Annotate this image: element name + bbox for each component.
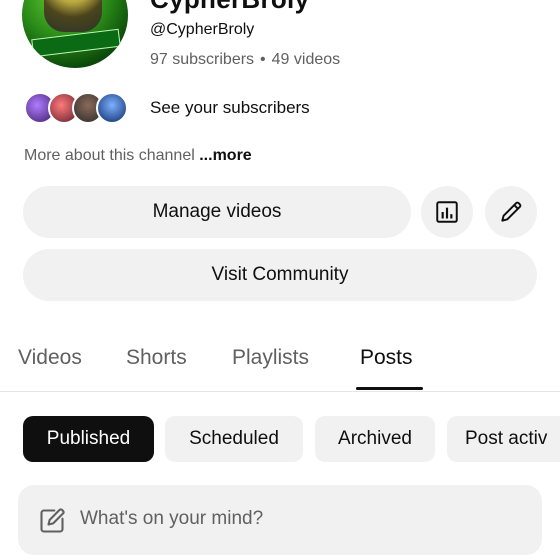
- see-subscribers-link[interactable]: See your subscribers: [150, 98, 310, 118]
- edit-channel-button[interactable]: [485, 186, 537, 238]
- subscriber-count: 97 subscribers: [150, 51, 255, 68]
- chip-label: Published: [46, 428, 131, 449]
- active-tab-indicator: [356, 387, 423, 390]
- avatar-banner: [31, 28, 121, 58]
- chip-published[interactable]: Published: [23, 416, 154, 462]
- tab-shorts[interactable]: Shorts: [126, 346, 187, 370]
- channel-title: CypherBroly: [150, 0, 309, 15]
- tab-posts[interactable]: Posts: [360, 346, 413, 370]
- more-about-channel[interactable]: More about this channel ...more: [24, 147, 252, 165]
- chip-label: Scheduled: [189, 428, 279, 449]
- video-count: 49 videos: [271, 51, 341, 68]
- analytics-button[interactable]: [421, 186, 473, 238]
- channel-avatar[interactable]: [22, 0, 128, 68]
- chip-scheduled[interactable]: Scheduled: [165, 416, 303, 462]
- chip-archived[interactable]: Archived: [315, 416, 435, 462]
- tab-playlists[interactable]: Playlists: [232, 346, 309, 370]
- channel-meta: 97 subscribers • 49 videos: [150, 51, 340, 69]
- visit-community-label: Visit Community: [211, 264, 349, 285]
- more-link[interactable]: ...more: [199, 147, 251, 164]
- meta-separator: •: [260, 51, 266, 68]
- pencil-icon: [501, 201, 522, 222]
- analytics-icon: [436, 201, 458, 223]
- tabs-divider: [0, 391, 560, 392]
- avatar-character: [44, 0, 102, 32]
- visit-community-button[interactable]: Visit Community: [23, 249, 537, 301]
- channel-handle: @CypherBroly: [150, 21, 255, 38]
- subscriber-avatar: [96, 92, 128, 124]
- tab-videos[interactable]: Videos: [18, 346, 82, 370]
- more-about-text: More about this channel: [24, 147, 195, 164]
- chip-post-activity[interactable]: Post activ: [447, 416, 560, 462]
- subscriber-avatars[interactable]: [24, 92, 134, 124]
- chip-label: Archived: [338, 428, 412, 449]
- manage-videos-label: Manage videos: [152, 201, 282, 222]
- edit-square-icon: [40, 508, 65, 533]
- chip-label: Post activ: [465, 428, 548, 449]
- manage-videos-button[interactable]: Manage videos: [23, 186, 411, 238]
- composer-placeholder: What's on your mind?: [80, 508, 264, 529]
